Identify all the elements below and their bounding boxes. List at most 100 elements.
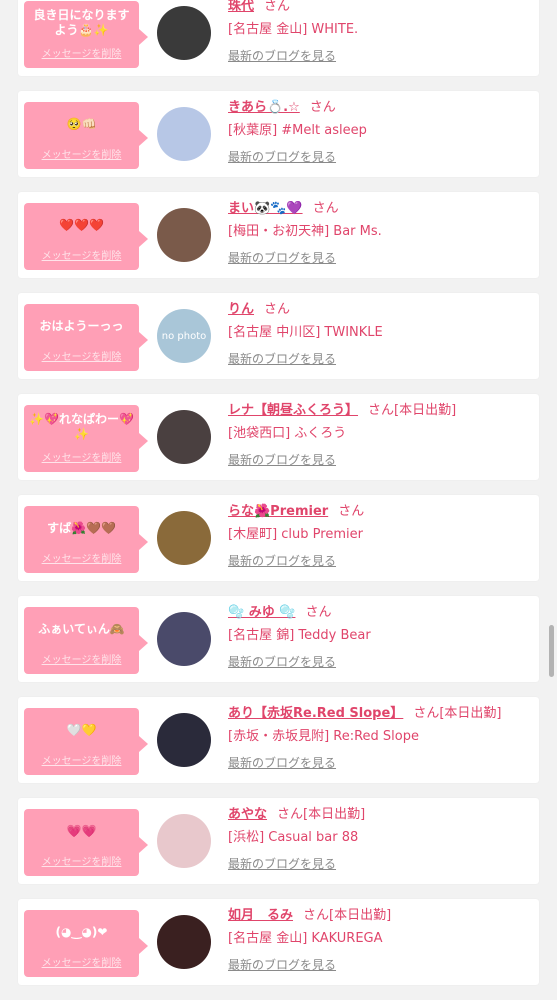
delete-message-link[interactable]: メッセージを削除 <box>24 146 139 161</box>
message-text: ✨💖れなぱわー💖✨ <box>29 412 134 441</box>
shop-name: [木屋町] club Premier <box>228 527 363 542</box>
honorific-label: さん <box>338 504 365 519</box>
latest-blog-link[interactable]: 最新のブログを見る <box>228 148 336 165</box>
delete-message-link[interactable]: メッセージを削除 <box>24 449 139 464</box>
message-bubble: 🤍💛 メッセージを削除 <box>24 708 148 775</box>
delete-message-link[interactable]: メッセージを削除 <box>24 348 139 363</box>
avatar[interactable] <box>157 6 211 60</box>
cast-info: 🫧 みゆ 🫧 さん [名古屋 錦] Teddy Bear 最新のブログを見る <box>228 604 533 670</box>
message-bubble: すば🌺🤎🤎 メッセージを削除 <box>24 506 148 573</box>
honorific-label: さん <box>413 706 440 721</box>
shop-name: [名古屋 中川区] TWINKLE <box>228 325 383 340</box>
message-text: ❤️❤️❤️ <box>59 217 104 232</box>
avatar[interactable] <box>157 713 211 767</box>
working-today-badge: [本日出勤] <box>439 706 502 721</box>
message-text: (◕‿◕)❤ <box>55 924 108 939</box>
cast-info: らな🌺Premier さん [木屋町] club Premier 最新のブログを見る <box>228 503 533 569</box>
honorific-label: さん <box>303 908 330 923</box>
message-card: 良き日になりますよう🎂✨ メッセージを削除 珠代 さん [名古屋 金山] WHITE. 最… <box>18 0 539 76</box>
shop-name: [池袋西口] ふくろう <box>228 426 347 441</box>
honorific-label: さん <box>309 100 336 115</box>
latest-blog-link[interactable]: 最新のブログを見る <box>228 350 336 367</box>
honorific-label: さん <box>277 807 304 822</box>
latest-blog-link[interactable]: 最新のブログを見る <box>228 653 336 670</box>
message-text: 🥺👊🏻 <box>66 116 97 131</box>
cast-info: りん さん [名古屋 中川区] TWINKLE 最新のブログを見る <box>228 301 533 367</box>
working-today-badge: [本日出勤] <box>394 403 457 418</box>
delete-message-link[interactable]: メッセージを削除 <box>24 954 139 969</box>
message-bubble: おはようーっっ メッセージを削除 <box>24 304 148 371</box>
shop-name: [名古屋 金山] WHITE. <box>228 22 359 37</box>
cast-info: きあら💍.☆ さん [秋葉原] #Melt asleep 最新のブログを見る <box>228 99 533 165</box>
message-card: 🤍💛 メッセージを削除 あり【赤坂Re.Red Slope】 さん[本日出勤] [赤坂・… <box>18 697 539 783</box>
avatar[interactable]: no photo <box>157 309 211 363</box>
message-bubble: ❤️❤️❤️ メッセージを削除 <box>24 203 148 270</box>
scrollbar-thumb[interactable] <box>549 625 554 677</box>
latest-blog-link[interactable]: 最新のブログを見る <box>228 47 336 64</box>
cast-name-link[interactable]: きあら💍.☆ <box>228 100 300 115</box>
message-card: ✨💖れなぱわー💖✨ メッセージを削除 レナ【朝昼ふくろう】 さん[本日出勤] [池袋西口… <box>18 394 539 480</box>
honorific-label: さん <box>264 0 291 14</box>
delete-message-link[interactable]: メッセージを削除 <box>24 45 139 60</box>
message-card: おはようーっっ メッセージを削除 no photo りん さん [名古屋 中川区] TWI… <box>18 293 539 379</box>
cast-info: 如月 るみ さん[本日出勤] [名古屋 金山] KAKUREGA 最新のブログを見る <box>228 907 533 973</box>
avatar[interactable] <box>157 915 211 969</box>
cast-info: あやな さん[本日出勤] [浜松] Casual bar 88 最新のブログを見る <box>228 806 533 872</box>
message-text: 🤍💛 <box>66 722 97 737</box>
message-bubble: 🥺👊🏻 メッセージを削除 <box>24 102 148 169</box>
message-bubble: (◕‿◕)❤ メッセージを削除 <box>24 910 148 977</box>
latest-blog-link[interactable]: 最新のブログを見る <box>228 552 336 569</box>
cast-name-link[interactable]: あり【赤坂Re.Red Slope】 <box>228 706 403 721</box>
cast-name-link[interactable]: 珠代 <box>228 0 254 14</box>
latest-blog-link[interactable]: 最新のブログを見る <box>228 855 336 872</box>
cast-name-link[interactable]: レナ【朝昼ふくろう】 <box>228 403 358 418</box>
avatar[interactable] <box>157 107 211 161</box>
message-card: 💗💗 メッセージを削除 あやな さん[本日出勤] [浜松] Casual bar 88 最… <box>18 798 539 884</box>
honorific-label: さん <box>368 403 395 418</box>
delete-message-link[interactable]: メッセージを削除 <box>24 651 139 666</box>
shop-name: [浜松] Casual bar 88 <box>228 830 359 845</box>
cast-info: レナ【朝昼ふくろう】 さん[本日出勤] [池袋西口] ふくろう 最新のブログを見る <box>228 402 533 468</box>
message-bubble: ✨💖れなぱわー💖✨ メッセージを削除 <box>24 405 148 472</box>
cast-name-link[interactable]: 🫧 みゆ 🫧 <box>228 605 295 620</box>
message-card: 🥺👊🏻 メッセージを削除 きあら💍.☆ さん [秋葉原] #Melt asleep 最新の… <box>18 91 539 177</box>
shop-name: [赤坂・赤坂見附] Re:Red Slope <box>228 729 420 744</box>
cast-info: まい🐼🐾💜 さん [梅田・お初天神] Bar Ms. 最新のブログを見る <box>228 200 533 266</box>
cast-info: あり【赤坂Re.Red Slope】 さん[本日出勤] [赤坂・赤坂見附] Re:R… <box>228 705 533 771</box>
avatar[interactable] <box>157 814 211 868</box>
avatar[interactable] <box>157 612 211 666</box>
message-card: ふぁいてぃん🙈 メッセージを削除 🫧 みゆ 🫧 さん [名古屋 錦] Teddy Bea… <box>18 596 539 682</box>
delete-message-link[interactable]: メッセージを削除 <box>24 550 139 565</box>
message-bubble: 💗💗 メッセージを削除 <box>24 809 148 876</box>
cast-name-link[interactable]: まい🐼🐾💜 <box>228 201 303 216</box>
delete-message-link[interactable]: メッセージを削除 <box>24 853 139 868</box>
working-today-badge: [本日出勤] <box>329 908 392 923</box>
latest-blog-link[interactable]: 最新のブログを見る <box>228 451 336 468</box>
message-text: 💗💗 <box>66 823 97 838</box>
latest-blog-link[interactable]: 最新のブログを見る <box>228 249 336 266</box>
delete-message-link[interactable]: メッセージを削除 <box>24 247 139 262</box>
cast-name-link[interactable]: りん <box>228 302 254 317</box>
latest-blog-link[interactable]: 最新のブログを見る <box>228 754 336 771</box>
message-card: ❤️❤️❤️ メッセージを削除 まい🐼🐾💜 さん [梅田・お初天神] Bar Ms. 最新… <box>18 192 539 278</box>
working-today-badge: [本日出勤] <box>303 807 366 822</box>
message-text: おはようーっっ <box>39 318 124 333</box>
message-text: 良き日になりますよう🎂✨ <box>33 8 130 37</box>
avatar[interactable] <box>157 410 211 464</box>
cast-name-link[interactable]: あやな <box>228 807 267 822</box>
message-text: すば🌺🤎🤎 <box>47 520 116 535</box>
message-card: (◕‿◕)❤ メッセージを削除 如月 るみ さん[本日出勤] [名古屋 金山] KAKU… <box>18 899 539 985</box>
message-card: すば🌺🤎🤎 メッセージを削除 らな🌺Premier さん [木屋町] club Prem… <box>18 495 539 581</box>
cast-info: 珠代 さん [名古屋 金山] WHITE. 最新のブログを見る <box>228 0 533 64</box>
latest-blog-link[interactable]: 最新のブログを見る <box>228 956 336 973</box>
shop-name: [名古屋 金山] KAKUREGA <box>228 931 383 946</box>
delete-message-link[interactable]: メッセージを削除 <box>24 752 139 767</box>
avatar[interactable] <box>157 208 211 262</box>
message-text: ふぁいてぃん🙈 <box>38 621 125 636</box>
honorific-label: さん <box>264 302 291 317</box>
message-bubble: 良き日になりますよう🎂✨ メッセージを削除 <box>24 1 148 68</box>
cast-name-link[interactable]: らな🌺Premier <box>228 504 328 519</box>
message-bubble: ふぁいてぃん🙈 メッセージを削除 <box>24 607 148 674</box>
avatar[interactable] <box>157 511 211 565</box>
cast-name-link[interactable]: 如月 るみ <box>228 908 293 923</box>
